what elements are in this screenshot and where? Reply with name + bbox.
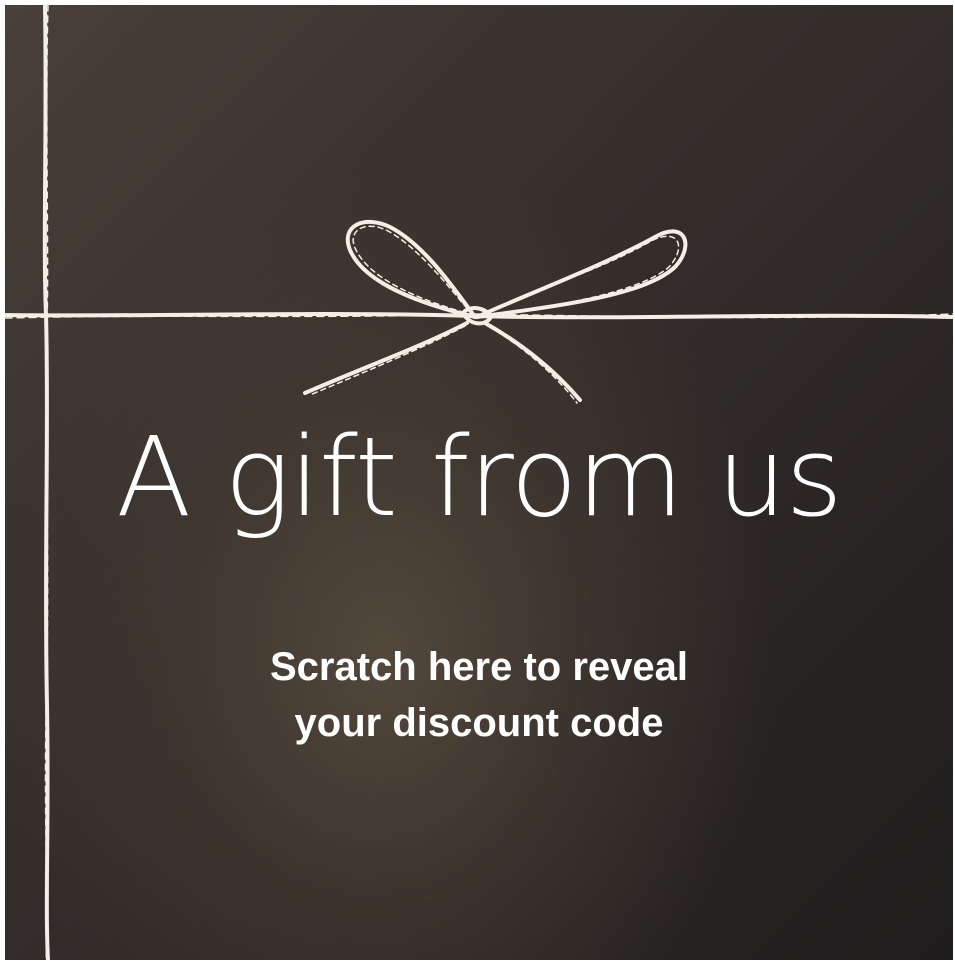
card-title: A gift from us [116,413,843,541]
scratch-instruction-line-2: your discount code [294,701,664,745]
scratch-instruction-line-1: Scratch here to reveal [270,645,688,689]
scratch-instruction[interactable]: Scratch here to reveal your discount cod… [5,639,953,751]
scratch-card[interactable]: A gift from us Scratch here to reveal yo… [5,5,953,960]
